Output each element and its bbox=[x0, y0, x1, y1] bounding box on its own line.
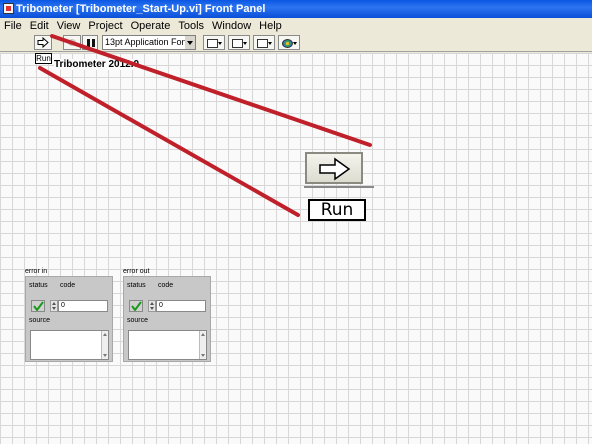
align-icon[interactable] bbox=[203, 35, 225, 50]
font-select-value: 13pt Application Font bbox=[105, 37, 190, 47]
status-indicator[interactable] bbox=[31, 300, 45, 312]
error-in-cluster: status code 0 source bbox=[25, 276, 113, 362]
code-field[interactable]: 0 bbox=[58, 300, 108, 312]
source-field[interactable] bbox=[30, 330, 109, 360]
code-stepper[interactable] bbox=[50, 300, 58, 312]
front-panel: Run Tribometer 2012.0 Run error in statu… bbox=[0, 53, 592, 444]
source-label: source bbox=[29, 317, 51, 324]
menu-project[interactable]: Project bbox=[84, 18, 126, 34]
scrollbar[interactable] bbox=[101, 331, 108, 359]
code-label: code bbox=[158, 282, 174, 289]
code-stepper bbox=[148, 300, 156, 312]
reorder-icon[interactable] bbox=[278, 35, 300, 50]
scrollbar[interactable] bbox=[199, 331, 206, 359]
run-button[interactable] bbox=[34, 35, 52, 50]
menu-operate[interactable]: Operate bbox=[127, 18, 175, 34]
distribute-icon[interactable] bbox=[228, 35, 250, 50]
check-icon bbox=[33, 301, 44, 311]
error-in-label: error in bbox=[25, 268, 48, 275]
labview-vi-icon bbox=[3, 3, 14, 14]
window-title: Tribometer [Tribometer_Start-Up.vi] Fron… bbox=[16, 3, 266, 15]
code-label: code bbox=[60, 282, 76, 289]
font-select[interactable]: 13pt Application Font bbox=[102, 35, 196, 50]
menu-window[interactable]: Window bbox=[208, 18, 255, 34]
zoom-divider bbox=[304, 186, 374, 188]
zoomed-run-control: Run bbox=[308, 199, 366, 221]
pause-icon[interactable] bbox=[82, 35, 98, 50]
status-label: status bbox=[29, 282, 48, 289]
source-label: source bbox=[127, 317, 149, 324]
menu-edit[interactable]: Edit bbox=[26, 18, 53, 34]
source-field bbox=[128, 330, 207, 360]
resize-icon[interactable] bbox=[253, 35, 275, 50]
chevron-down-icon bbox=[185, 36, 195, 49]
error-out-label: error out bbox=[123, 268, 150, 275]
check-icon bbox=[131, 301, 142, 311]
run-arrow-icon bbox=[319, 157, 351, 181]
run-control[interactable]: Run bbox=[35, 53, 52, 64]
code-field: 0 bbox=[156, 300, 206, 312]
menu-help[interactable]: Help bbox=[255, 18, 286, 34]
menu-file[interactable]: File bbox=[0, 18, 26, 34]
toolbar: 13pt Application Font bbox=[0, 34, 592, 52]
window-titlebar: Tribometer [Tribometer_Start-Up.vi] Fron… bbox=[0, 0, 592, 18]
zoomed-run-button bbox=[305, 152, 363, 184]
abort-icon[interactable] bbox=[63, 35, 81, 50]
run-arrow-icon bbox=[37, 37, 49, 48]
menu-view[interactable]: View bbox=[53, 18, 85, 34]
status-label: status bbox=[127, 282, 146, 289]
error-out-cluster: status code 0 source bbox=[123, 276, 211, 362]
menu-tools[interactable]: Tools bbox=[174, 18, 208, 34]
menu-bar: File Edit View Project Operate Tools Window Hel… bbox=[0, 18, 592, 34]
vi-title: Tribometer 2012.0 bbox=[54, 59, 140, 70]
status-indicator bbox=[129, 300, 143, 312]
